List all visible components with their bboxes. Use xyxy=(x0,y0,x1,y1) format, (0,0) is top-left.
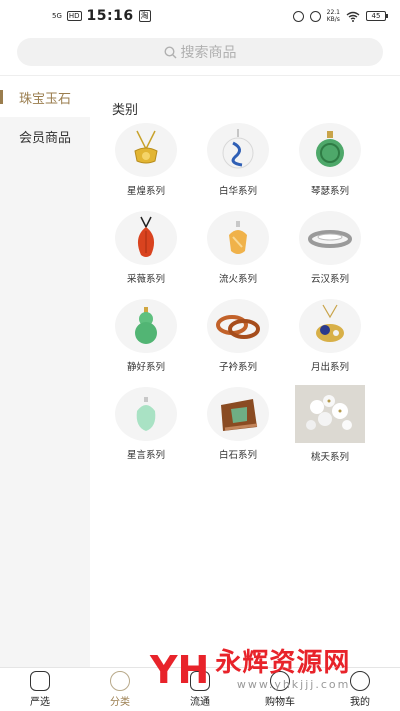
category-label: 子衿系列 xyxy=(218,362,257,373)
watermark-title: 永辉资源网 xyxy=(215,648,351,678)
watermark-text: 永辉资源网 www.yhkjjj.com xyxy=(215,648,350,691)
tab-label: 严选 xyxy=(30,697,50,708)
category-item[interactable]: 星煌系列 xyxy=(100,123,192,211)
category-sidebar: 珠宝玉石 会员商品 xyxy=(0,77,90,667)
nfc-icon xyxy=(309,10,321,22)
network-speed: 22.1 KB/s xyxy=(327,9,340,23)
stone-ring-image xyxy=(207,387,269,441)
tab-label: 购物车 xyxy=(265,697,295,708)
search-input[interactable]: 搜索商品 xyxy=(17,38,383,66)
category-label: 白石系列 xyxy=(218,450,257,461)
flowers-image xyxy=(295,385,365,443)
list-icon xyxy=(110,671,130,691)
category-item[interactable]: 静好系列 xyxy=(100,299,192,387)
category-item[interactable]: 白华系列 xyxy=(192,123,284,211)
status-bar: 5G HD 15:16 淘 22.1 KB/s 45 xyxy=(0,0,400,32)
category-label: 白华系列 xyxy=(218,186,257,197)
category-label: 星煌系列 xyxy=(126,186,165,197)
tab-label: 流通 xyxy=(190,697,210,708)
sidebar-item-label: 会员商品 xyxy=(18,130,71,146)
silver-ring-image xyxy=(299,211,361,265)
hd-badge: HD xyxy=(66,11,82,21)
signal-label: 5G xyxy=(52,11,62,20)
category-item[interactable]: 流火系列 xyxy=(192,211,284,299)
category-label: 月出系列 xyxy=(310,362,349,373)
category-item[interactable]: 琴瑟系列 xyxy=(284,123,376,211)
wifi-icon xyxy=(346,11,360,22)
search-icon xyxy=(163,45,176,58)
watermark-url: www.yhkjjj.com xyxy=(236,678,351,691)
sidebar-item-label: 珠宝玉石 xyxy=(18,91,71,107)
category-item[interactable]: 星言系列 xyxy=(100,387,192,475)
net-speed-value: 22.1 xyxy=(326,9,340,16)
category-item[interactable]: 月出系列 xyxy=(284,299,376,387)
amber-pendant-image xyxy=(207,211,269,265)
sidebar-item-jewelry[interactable]: 珠宝玉石 xyxy=(0,77,90,117)
search-header: 搜索商品 xyxy=(0,32,400,76)
user-icon xyxy=(350,671,370,691)
tab-featured[interactable]: 严选 xyxy=(10,671,70,708)
tab-label: 我的 xyxy=(350,697,370,708)
category-item[interactable]: 白石系列 xyxy=(192,387,284,475)
green-jade-pendant-image xyxy=(299,123,361,177)
watermark-logo: YH xyxy=(150,647,210,692)
cat-pendant-image xyxy=(299,299,361,353)
category-label: 桃夭系列 xyxy=(310,452,349,463)
category-label: 星言系列 xyxy=(126,450,165,461)
search-placeholder: 搜索商品 xyxy=(180,45,237,61)
pale-jade-pendant-image xyxy=(115,387,177,441)
category-label: 琴瑟系列 xyxy=(310,186,349,197)
gold-pendant-image xyxy=(115,123,177,177)
category-item[interactable]: 云汉系列 xyxy=(284,211,376,299)
category-grid: 星煌系列 白华系列 琴瑟系列 采薇系列 流火系列 云汉系列 静好系列 子衿系列 … xyxy=(100,123,390,475)
clock: 15:16 xyxy=(86,8,134,24)
tab-label: 分类 xyxy=(110,697,130,708)
bangles-image xyxy=(207,299,269,353)
category-item[interactable]: 桃夭系列 xyxy=(284,385,376,475)
category-content: 类别 星煌系列 白华系列 琴瑟系列 采薇系列 流火系列 云汉系列 静好系列 子衿… xyxy=(90,77,400,667)
green-gourd-pendant-image xyxy=(115,299,177,353)
red-leaf-pendant-image xyxy=(115,211,177,265)
battery-indicator: 45 xyxy=(366,11,388,21)
category-label: 静好系列 xyxy=(126,362,165,373)
category-item[interactable]: 采薇系列 xyxy=(100,211,192,299)
jade-ring-image xyxy=(207,123,269,177)
taobao-notification-icon: 淘 xyxy=(138,10,151,22)
tab-category[interactable]: 分类 xyxy=(90,671,150,708)
category-label: 采薇系列 xyxy=(126,274,165,285)
category-label: 云汉系列 xyxy=(310,274,349,285)
section-title: 类别 xyxy=(112,103,139,118)
alarm-icon xyxy=(292,10,304,22)
shopping-bag-icon xyxy=(30,671,50,691)
net-speed-unit: KB/s xyxy=(326,16,340,23)
sidebar-item-member-goods[interactable]: 会员商品 xyxy=(0,117,90,155)
category-item[interactable]: 子衿系列 xyxy=(192,299,284,387)
site-watermark: YH 永辉资源网 www.yhkjjj.com xyxy=(150,648,350,691)
category-label: 流火系列 xyxy=(218,274,257,285)
